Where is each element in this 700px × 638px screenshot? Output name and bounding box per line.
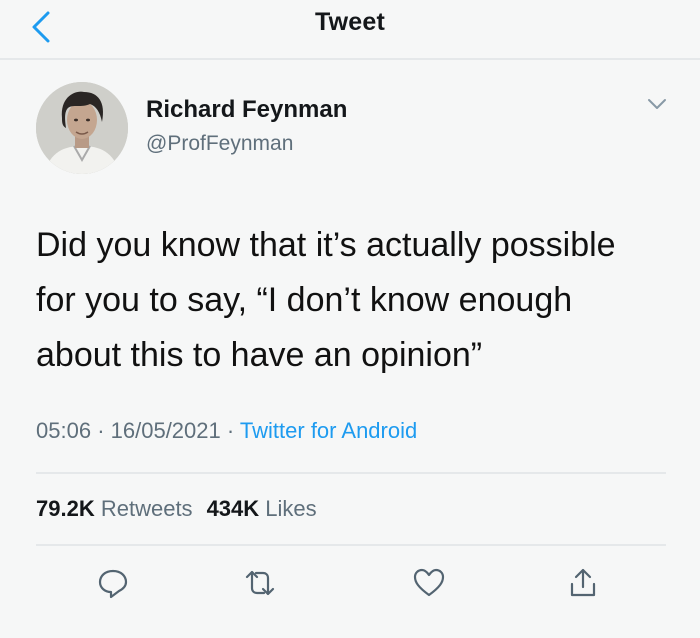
- meta-separator: ·: [97, 418, 111, 443]
- avatar[interactable]: [36, 82, 128, 174]
- share-button[interactable]: [566, 566, 600, 600]
- tweet-stats: 79.2K Retweets 434K Likes: [36, 496, 317, 522]
- author-handle[interactable]: @ProfFeynman: [146, 132, 293, 156]
- meta-separator: ·: [226, 418, 240, 443]
- tweet-date: 16/05/2021: [110, 418, 221, 443]
- reply-button[interactable]: [96, 566, 130, 600]
- header-divider: [0, 58, 700, 60]
- retweet-button[interactable]: [243, 566, 277, 600]
- page-title: Tweet: [315, 8, 385, 36]
- retweets-stat[interactable]: 79.2K Retweets: [36, 496, 193, 521]
- likes-stat[interactable]: 434K Likes: [207, 496, 317, 521]
- author-name[interactable]: Richard Feynman: [146, 96, 347, 124]
- like-button[interactable]: [412, 566, 446, 600]
- heart-icon: [413, 568, 445, 597]
- tweet-text: Did you know that it’s actually possible…: [36, 218, 676, 383]
- share-icon: [570, 568, 596, 597]
- likes-count: 434K: [206, 496, 260, 521]
- tweet-meta: 05:06 · 16/05/2021 · Twitter for Android: [36, 418, 417, 444]
- reply-icon: [98, 569, 128, 599]
- avatar-portrait: [36, 82, 128, 174]
- likes-label: Likes: [265, 496, 317, 521]
- retweets-label: Retweets: [100, 496, 193, 521]
- tweet-text-line: Did you know that it’s actually possible: [36, 226, 616, 264]
- tweet-menu-button[interactable]: [646, 96, 668, 112]
- tweet-text-line: about this to have an opinion”: [36, 336, 483, 374]
- retweets-count: 79.2K: [36, 496, 95, 521]
- retweet-icon: [245, 570, 275, 596]
- top-bar: Tweet: [0, 0, 700, 58]
- tweet-time: 05:06: [36, 418, 92, 443]
- meta-divider: [36, 472, 666, 474]
- chevron-down-icon: [648, 99, 666, 109]
- stats-divider: [36, 544, 666, 546]
- tweet-text-line: for you to say, “I don’t know enough: [36, 281, 573, 319]
- tweet-source-link[interactable]: Twitter for Android: [240, 418, 417, 443]
